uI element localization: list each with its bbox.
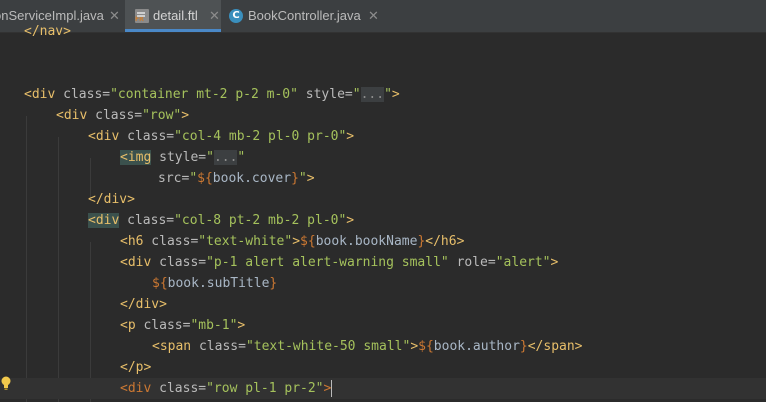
code-token: "p-1 alert alert-warning small" (206, 255, 449, 270)
code-token: class= (151, 255, 207, 270)
code-token: class= (143, 234, 199, 249)
code-token: "col-4 mb-2 pl-0 pr-0" (174, 129, 347, 144)
code-line[interactable]: </nav> (0, 21, 766, 42)
code-token: book.bookName (315, 234, 418, 249)
code-line[interactable] (0, 42, 766, 63)
code-token: class= (87, 108, 143, 123)
text-caret (331, 380, 333, 397)
code-line[interactable]: <h6 class="text-white">${book.bookName}<… (0, 231, 766, 252)
code-token: </nav> (24, 24, 71, 39)
code-token: <div (120, 381, 152, 396)
code-token: "row pl-1 pr-2" (206, 381, 324, 396)
code-token: class= (119, 129, 175, 144)
code-token: > (292, 234, 301, 249)
code-token: </div> (88, 192, 135, 207)
code-line[interactable]: src="${book.cover}"> (0, 168, 766, 189)
code-token: "row" (142, 108, 182, 123)
code-token: class= (55, 87, 111, 102)
lightbulb-icon[interactable] (1, 376, 11, 390)
code-token: ${ (197, 171, 213, 186)
code-token: > (306, 171, 315, 186)
code-token: " (384, 87, 392, 102)
code-token: book.author (433, 339, 520, 354)
code-token: <div (56, 108, 88, 123)
code-token: } (291, 171, 299, 186)
code-line[interactable]: <div class="row"> (0, 105, 766, 126)
code-token: > (346, 129, 355, 144)
code-editor[interactable]: </nav> <div class="container mt-2 p-2 m-0… (0, 24, 766, 402)
code-token: "col-8 pt-2 mb-2 pl-0" (174, 213, 347, 228)
code-line[interactable]: </p> (0, 357, 766, 378)
code-token: " (189, 171, 198, 186)
code-line[interactable]: <div class="p-1 alert alert-warning smal… (0, 252, 766, 273)
code-token: class= (191, 339, 246, 354)
code-token: <div (24, 87, 56, 102)
code-token: "container mt-2 p-2 m-0" (110, 87, 298, 102)
code-token: "text-white-50 small" (245, 339, 411, 354)
code-token: style= (151, 150, 207, 165)
code-token: <div (88, 129, 120, 144)
code-line[interactable]: <img style="..." (0, 147, 766, 168)
code-token: <div (88, 213, 120, 228)
code-token: " (206, 150, 214, 165)
code-token: src= (158, 171, 190, 186)
code-line[interactable] (0, 63, 766, 84)
code-token: ... (360, 87, 385, 102)
code-token: class= (135, 318, 191, 333)
code-token: > (550, 255, 559, 270)
code-token: ${ (300, 234, 316, 249)
code-token: class= (151, 381, 207, 396)
code-token: book.subTitle (167, 276, 270, 291)
code-token: > (181, 108, 190, 123)
code-token: "alert" (495, 255, 551, 270)
code-line[interactable]: <div class="container mt-2 p-2 m-0" styl… (0, 84, 766, 105)
code-token: <img (120, 150, 152, 165)
code-token: " (237, 150, 246, 165)
code-line[interactable]: </div> (0, 294, 766, 315)
code-token: ${ (152, 276, 168, 291)
code-line[interactable]: <div class="col-8 pt-2 mb-2 pl-0"> (0, 210, 766, 231)
code-token: ... (213, 150, 238, 165)
code-token: ${ (418, 339, 434, 354)
code-token: } (269, 276, 278, 291)
code-token: <p (120, 318, 136, 333)
code-token: style= (297, 87, 353, 102)
code-token: <h6 (120, 234, 144, 249)
code-token: } (519, 339, 528, 354)
code-token: </div> (120, 297, 167, 312)
code-token: " (352, 87, 361, 102)
code-token: "text-white" (198, 234, 293, 249)
code-token: > (237, 318, 246, 333)
code-token: book.cover (212, 171, 292, 186)
code-token: > (323, 381, 332, 396)
code-token: role= (448, 255, 496, 270)
code-token: </span> (527, 339, 583, 354)
code-token: "mb-1" (190, 318, 238, 333)
code-line[interactable]: </div> (0, 189, 766, 210)
code-line[interactable]: ${book.subTitle} (0, 273, 766, 294)
code-token: </h6> (425, 234, 465, 249)
code-token: > (346, 213, 355, 228)
code-token: class= (119, 213, 175, 228)
code-token: " (298, 171, 307, 186)
code-line[interactable]: <p class="mb-1"> (0, 315, 766, 336)
code-line[interactable]: <span class="text-white-50 small">${book… (0, 336, 766, 357)
code-line[interactable]: <div class="col-4 mb-2 pl-0 pr-0"> (0, 126, 766, 147)
code-token: > (391, 87, 400, 102)
code-token: </p> (120, 360, 152, 375)
code-token: <span (152, 339, 192, 354)
code-token: > (410, 339, 419, 354)
code-token: <div (120, 255, 152, 270)
code-line[interactable]: <div class="row pl-1 pr-2"> (0, 378, 766, 399)
